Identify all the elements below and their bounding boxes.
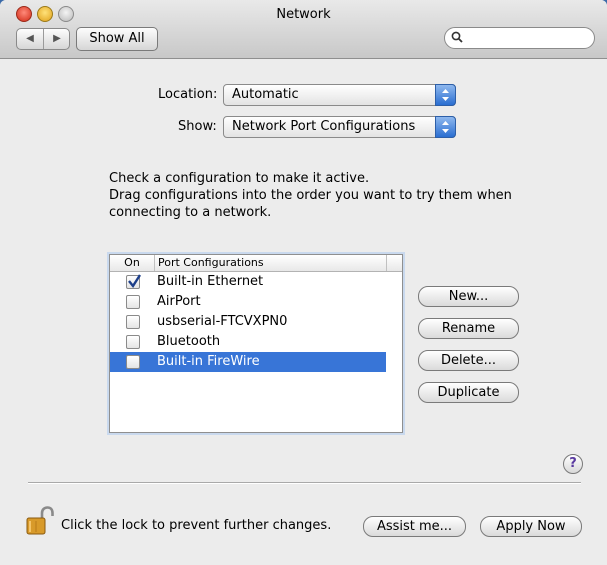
row-label: Bluetooth — [157, 334, 221, 349]
row-checkbox[interactable] — [126, 274, 141, 289]
help-button[interactable]: ? — [563, 454, 583, 474]
instructions-text: Check a configuration to make it active.… — [109, 170, 512, 221]
location-popup[interactable]: Automatic — [223, 84, 456, 106]
back-forward-control: ◀ ▶ — [16, 28, 70, 50]
instruction-line: connecting to a network. — [109, 205, 272, 220]
row-label: AirPort — [157, 294, 201, 309]
location-value: Automatic — [232, 87, 299, 102]
forward-arrow-icon[interactable]: ▶ — [44, 29, 70, 49]
show-all-button[interactable]: Show All — [76, 27, 158, 51]
row-label: Built-in FireWire — [157, 354, 260, 369]
table-row-selected[interactable]: Built-in FireWire — [110, 352, 386, 372]
table-row[interactable]: AirPort — [110, 292, 386, 312]
window-title: Network — [276, 7, 331, 22]
search-icon — [451, 31, 463, 43]
row-checkbox[interactable] — [126, 315, 140, 329]
delete-button[interactable]: Delete... — [418, 350, 519, 371]
divider — [28, 482, 581, 484]
instruction-line: Drag configurations into the order you w… — [109, 188, 512, 203]
column-header-port[interactable]: Port Configurations — [158, 256, 264, 269]
row-label: Built-in Ethernet — [157, 274, 264, 289]
row-checkbox[interactable] — [126, 335, 140, 349]
show-popup[interactable]: Network Port Configurations — [223, 116, 456, 138]
popup-arrows-icon — [435, 116, 456, 138]
new-button[interactable]: New... — [418, 286, 519, 307]
lock-icon[interactable] — [26, 506, 54, 540]
table-row[interactable]: Bluetooth — [110, 332, 386, 352]
instruction-line: Check a configuration to make it active. — [109, 171, 370, 186]
apply-now-button[interactable]: Apply Now — [480, 516, 582, 537]
search-field — [444, 27, 595, 49]
location-label: Location: — [158, 87, 218, 102]
popup-arrows-icon — [435, 84, 456, 106]
port-configurations-table: On Port Configurations Built-in Ethernet… — [109, 254, 403, 433]
lock-message: Click the lock to prevent further change… — [61, 518, 332, 533]
table-row[interactable]: usbserial-FTCVXPN0 — [110, 312, 386, 332]
row-label: usbserial-FTCVXPN0 — [157, 314, 288, 329]
assist-me-button[interactable]: Assist me... — [363, 516, 466, 537]
row-checkbox[interactable] — [126, 295, 140, 309]
show-label: Show: — [178, 119, 217, 134]
table-row[interactable]: Built-in Ethernet — [110, 272, 386, 292]
column-header-on[interactable]: On — [110, 256, 154, 269]
title-toolbar: Network ◀ ▶ Show All — [0, 0, 607, 59]
show-value: Network Port Configurations — [232, 119, 416, 134]
checkmark-icon — [128, 274, 141, 289]
back-arrow-icon[interactable]: ◀ — [17, 29, 43, 49]
search-input[interactable] — [467, 30, 589, 47]
table-header: On Port Configurations — [110, 255, 402, 272]
preferences-window: Network ◀ ▶ Show All Location: Automatic… — [0, 0, 607, 565]
row-checkbox[interactable] — [126, 355, 140, 369]
rename-button[interactable]: Rename — [418, 318, 519, 339]
duplicate-button[interactable]: Duplicate — [418, 382, 519, 403]
